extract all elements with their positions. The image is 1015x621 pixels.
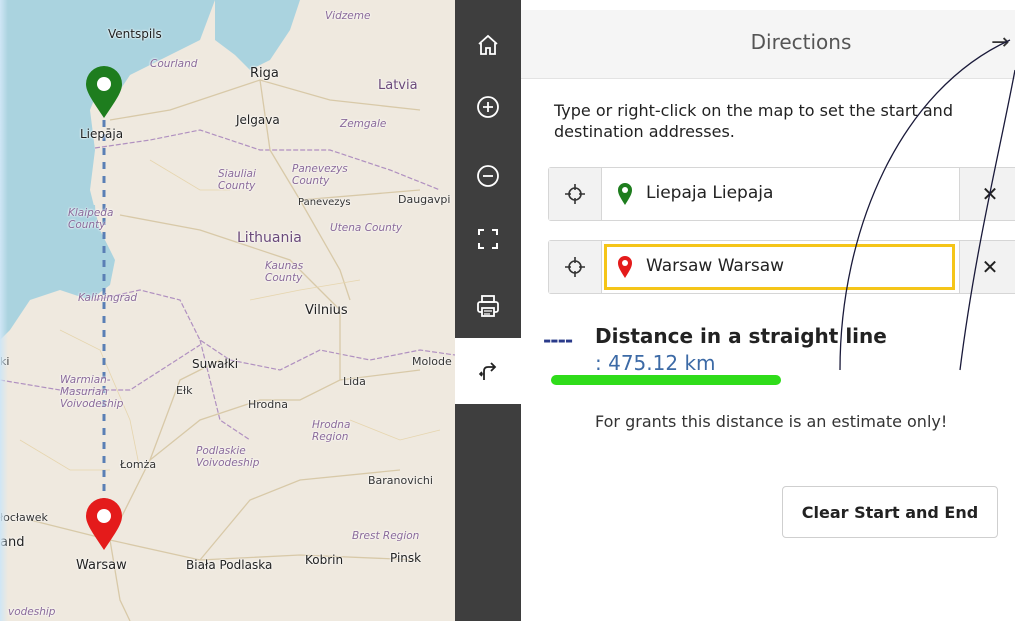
distance-value: 475.12 km	[608, 351, 716, 375]
start-address-input[interactable]: Liepaja Liepaja	[601, 168, 958, 220]
end-address-input[interactable]: Warsaw Warsaw	[601, 241, 958, 293]
map-label-siauliai: Siauliai County	[218, 168, 256, 192]
end-locate-button[interactable]	[549, 241, 602, 293]
zoom-in-icon	[477, 96, 499, 118]
map-base	[0, 0, 455, 621]
map-toolbar	[455, 0, 521, 621]
map-label-lida: Lida	[343, 375, 366, 388]
green-pin-icon	[618, 183, 632, 205]
map-label-warsaw: Warsaw	[76, 558, 127, 573]
panel-header: Directions →	[521, 10, 1015, 79]
map-canvas[interactable]: Vidzeme Ventspils Courland Riga Latvia J…	[0, 0, 455, 621]
distance-title: Distance in a straight line	[595, 324, 887, 348]
map-label-warmian: Warmian- Masurian Voivodeship	[60, 374, 124, 410]
crosshair-icon	[565, 257, 585, 277]
instructions-text: Type or right-click on the map to set th…	[554, 101, 953, 141]
map-label-ventspils: Ventspils	[108, 27, 162, 41]
zoom-out-button[interactable]	[455, 145, 521, 207]
map-label-riga: Riga	[250, 66, 279, 81]
map-label-voivodeship-bottom: vodeship	[8, 606, 56, 618]
map-label-brest-region: Brest Region	[352, 530, 420, 542]
start-address-value: Liepaja Liepaja	[646, 183, 774, 203]
panel-title: Directions	[750, 30, 852, 54]
map-label-vidzeme: Vidzeme	[325, 10, 371, 22]
route-legend-dash: ----	[543, 328, 573, 352]
map-label-klaipeda: Klaipeda County	[68, 207, 114, 231]
home-icon	[478, 34, 498, 55]
fullscreen-icon	[478, 229, 498, 249]
map-label-elk: Ełk	[176, 384, 193, 397]
distance-colon: :	[595, 351, 609, 375]
distance-value-row: : 475.12 km	[595, 351, 716, 375]
map-label-panevezys: Panevezys	[298, 197, 351, 208]
print-icon	[477, 295, 499, 317]
directions-panel: Directions → Type or right-click on the …	[521, 10, 1015, 621]
clear-start-and-end-button[interactable]: Clear Start and End	[782, 486, 998, 538]
end-marker[interactable]	[86, 498, 122, 550]
map-label-vilnius: Vilnius	[305, 303, 348, 318]
left-edge-glow	[0, 0, 8, 621]
map-label-biala-podlaska: Biała Podlaska	[186, 558, 273, 572]
map-label-jelgava: Jelgava	[236, 113, 280, 127]
map-label-courland: Courland	[150, 58, 198, 70]
red-pin-icon	[618, 256, 632, 278]
start-locate-button[interactable]	[549, 168, 602, 220]
fullscreen-button[interactable]	[455, 208, 521, 270]
map-label-hrodna-region: Hrodna Region	[312, 419, 351, 443]
map-label-liepaja: Liepāja	[80, 127, 124, 141]
map-label-suwalki: Suwałki	[192, 357, 239, 371]
clear-start-button[interactable]: ✕	[959, 168, 1015, 220]
clear-end-button[interactable]: ✕	[959, 241, 1015, 293]
start-marker[interactable]	[86, 66, 122, 118]
map-label-zemgale: Zemgale	[340, 118, 387, 130]
map-label-daugavpils: Daugavpi	[398, 193, 451, 206]
zoom-in-button[interactable]	[455, 76, 521, 138]
print-button[interactable]	[455, 275, 521, 337]
map-label-baranovichi: Baranovichi	[368, 474, 433, 487]
map-label-utena: Utena County	[330, 222, 403, 234]
map-label-latvia: Latvia	[378, 78, 418, 93]
map-label-pinsk: Pinsk	[390, 551, 422, 565]
home-button[interactable]	[455, 14, 521, 76]
map-label-hrodna: Hrodna	[248, 398, 288, 411]
map-label-kaunas: Kaunas County	[265, 260, 304, 284]
map-label-molode: Molode	[412, 355, 452, 368]
highlight-underline	[551, 375, 781, 385]
directions-button[interactable]	[455, 338, 521, 404]
map-label-lithuania: Lithuania	[237, 230, 302, 246]
map-label-kaliningrad: Kaliningrad	[78, 292, 138, 304]
map-label-podlaskie: Podlaskie Voivodeship	[196, 445, 260, 469]
crosshair-icon	[565, 184, 585, 204]
directions-icon	[478, 362, 497, 380]
close-panel-icon[interactable]: →	[991, 30, 1009, 55]
gulf-of-riga	[215, 0, 300, 70]
map-label-lomza: Łomża	[120, 458, 157, 471]
start-address-field: Liepaja Liepaja ✕	[548, 167, 1015, 221]
baltic-sea	[0, 0, 215, 340]
map-label-panevezys-county: Panevezys County	[292, 163, 348, 187]
map-label-kobrin: Kobrin	[305, 553, 344, 567]
end-address-value: Warsaw Warsaw	[646, 256, 785, 276]
estimate-note: For grants this distance is an estimate …	[595, 412, 948, 431]
end-address-field: Warsaw Warsaw ✕	[548, 240, 1015, 294]
zoom-out-icon	[477, 165, 499, 187]
